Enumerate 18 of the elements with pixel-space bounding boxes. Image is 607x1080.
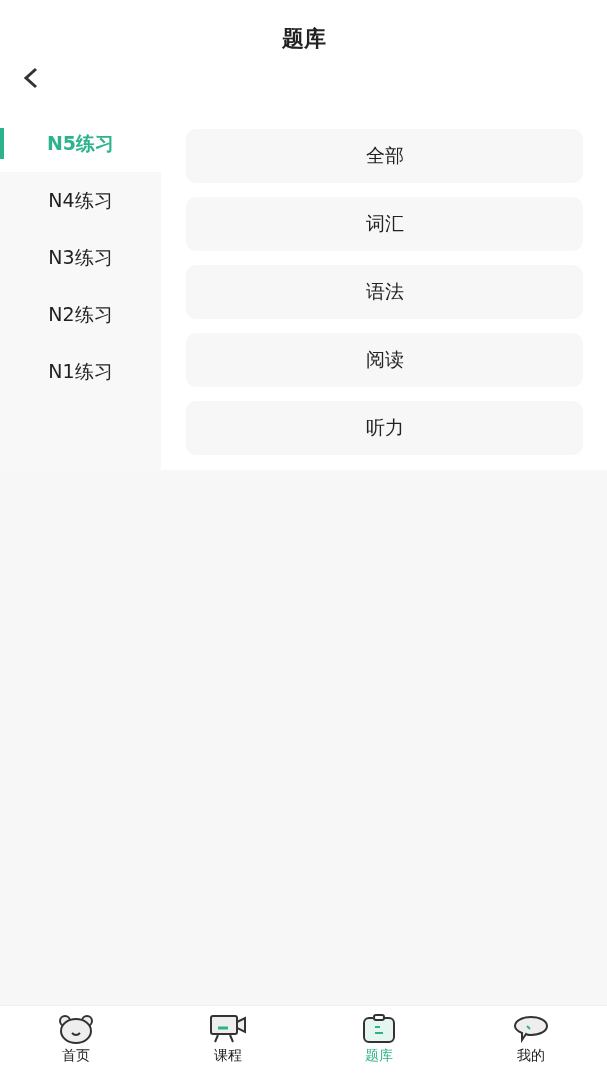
sidebar-item[interactable]: N1练习 (0, 343, 161, 400)
tab-bar-item[interactable]: 首页 (0, 1006, 152, 1080)
sidebar-item[interactable]: N4练习 (0, 172, 161, 229)
video-camera-icon (208, 1014, 247, 1044)
selection-indicator (0, 128, 4, 159)
chat-bubble-icon (513, 1014, 550, 1044)
category-button[interactable]: 阅读 (186, 333, 583, 387)
category-button[interactable]: 词汇 (186, 197, 583, 251)
sidebar-item[interactable]: N2练习 (0, 286, 161, 343)
tab-bar-item[interactable]: 我的 (455, 1006, 607, 1080)
tab-bar-item[interactable]: 课程 (151, 1006, 304, 1080)
clipboard-icon (362, 1014, 397, 1044)
sidebar-item[interactable]: N3练习 (0, 229, 161, 286)
category-button[interactable]: 语法 (186, 265, 583, 319)
category-button[interactable]: 全部 (186, 129, 583, 183)
page-title: 题库 (281, 24, 326, 53)
category-button[interactable]: 听力 (186, 401, 583, 455)
bear-icon (57, 1014, 94, 1044)
